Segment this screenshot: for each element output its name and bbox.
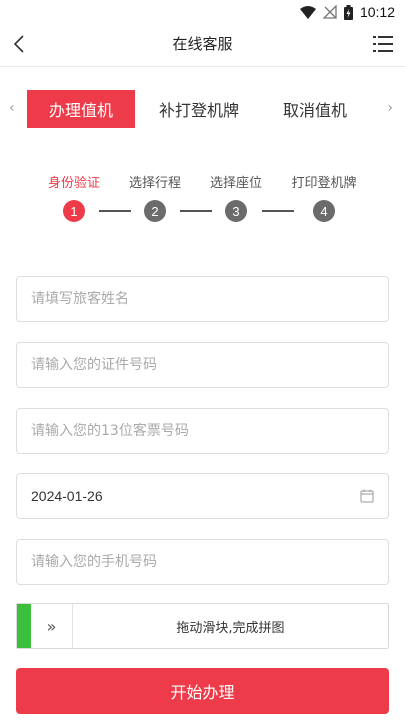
header: 在线客服 (0, 24, 405, 64)
slider-hint: 拖动滑块,完成拼图 (176, 620, 285, 636)
tab-scroll-right-icon[interactable]: › (387, 100, 393, 116)
tab-scroll-left-icon[interactable]: ‹ (9, 100, 15, 116)
tab-check-in[interactable]: 办理值机 (27, 90, 135, 128)
list-menu-icon (373, 36, 393, 52)
page-title: 在线客服 (172, 35, 233, 53)
ticket-number-input[interactable] (31, 423, 374, 439)
header-divider (0, 66, 405, 67)
start-check-in-button[interactable]: 开始办理 (16, 668, 389, 714)
battery-icon (343, 4, 353, 20)
slider-handle[interactable]: » (31, 604, 73, 648)
step-connector (180, 210, 212, 212)
ticket-number-field (16, 408, 389, 454)
slider-captcha: » 拖动滑块,完成拼图 (16, 603, 389, 649)
double-chevron-right-icon: » (46, 616, 57, 636)
status-icons: 10:12 (299, 3, 395, 21)
tab-bar: ‹ 办理值机 补打登机牌 取消值机 › (0, 90, 405, 128)
passenger-name-field (16, 276, 389, 322)
step-label-2: 选择行程 (128, 176, 182, 191)
step-connector (262, 210, 294, 212)
status-bar: 10:12 (0, 0, 405, 24)
tab-cancel-check-in[interactable]: 取消值机 (268, 90, 362, 128)
wifi-icon (299, 5, 316, 19)
slider-track-fill (17, 604, 31, 648)
tab-reprint-boarding-pass[interactable]: 补打登机牌 (148, 90, 250, 128)
flight-date-value[interactable]: 2024-01-26 (31, 488, 360, 504)
step-number-1: 1 (63, 200, 85, 222)
no-signal-icon (322, 5, 337, 19)
step-number-4: 4 (313, 200, 335, 222)
status-time: 10:12 (359, 4, 395, 20)
id-number-field (16, 342, 389, 388)
step-label-3: 选择座位 (209, 176, 263, 191)
step-label-4: 打印登机牌 (291, 176, 357, 191)
menu-button[interactable] (369, 30, 397, 58)
phone-number-input[interactable] (31, 554, 374, 570)
step-label-1: 身份验证 (47, 176, 101, 191)
flight-date-field[interactable]: 2024-01-26 (16, 473, 389, 519)
step-number-2: 2 (144, 200, 166, 222)
phone-number-field (16, 539, 389, 585)
id-number-input[interactable] (31, 357, 374, 373)
step-number-3: 3 (225, 200, 247, 222)
step-connector (99, 210, 131, 212)
calendar-icon[interactable] (360, 489, 374, 503)
passenger-name-input[interactable] (31, 291, 374, 307)
step-indicator: 身份验证 选择行程 选择座位 打印登机牌 1 2 3 4 (0, 168, 405, 228)
